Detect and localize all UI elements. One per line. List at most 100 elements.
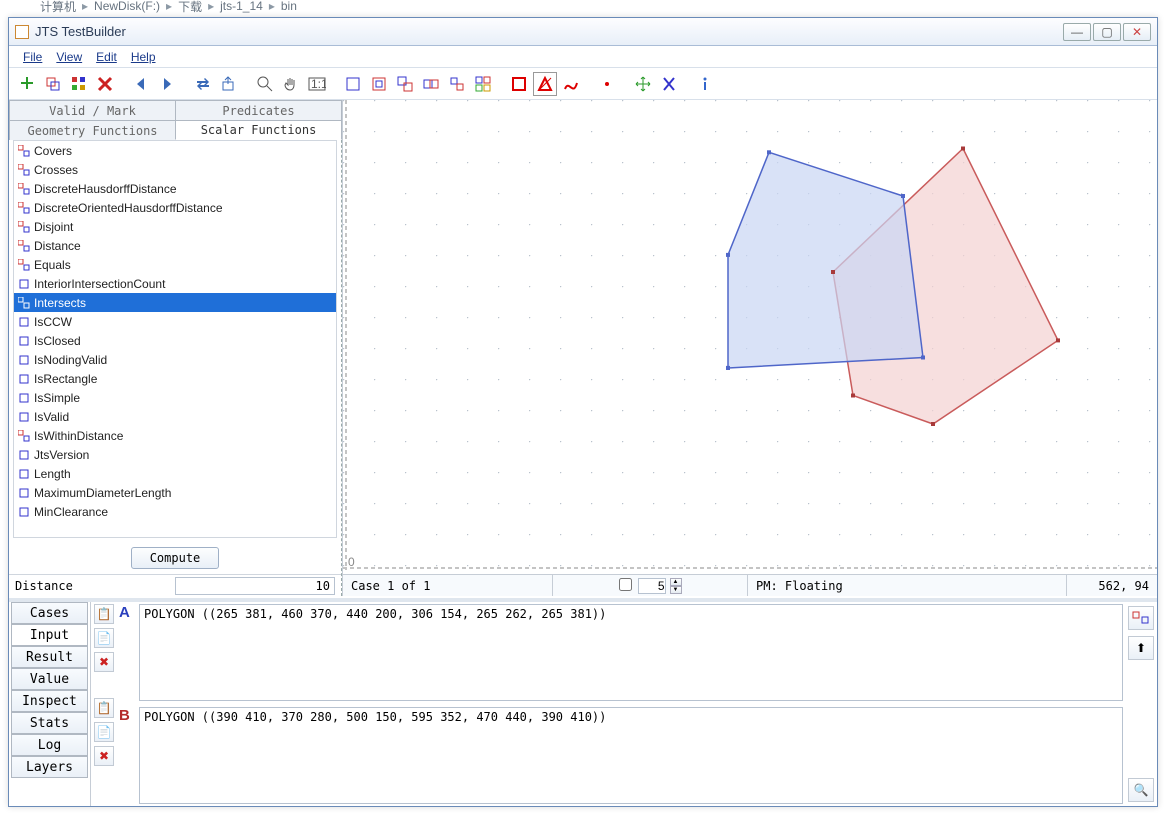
function-item[interactable]: Crosses (14, 160, 336, 179)
paste-b-icon[interactable]: 📋 (94, 698, 114, 718)
copy-icon[interactable] (41, 72, 65, 96)
function-item[interactable]: InteriorIntersectionCount (14, 274, 336, 293)
clear-b-icon[interactable]: ✖ (94, 746, 114, 766)
minimize-button[interactable]: — (1063, 23, 1091, 41)
prev-icon[interactable] (129, 72, 153, 96)
breadcrumb: 计算机▸ NewDisk(F:)▸ 下载▸ jts-1_14▸ bin (40, 0, 297, 17)
draw-poly-icon[interactable] (533, 72, 557, 96)
function-item[interactable]: IsValid (14, 407, 336, 426)
function-item[interactable]: IsNodingValid (14, 350, 336, 369)
next-icon[interactable] (155, 72, 179, 96)
swap-icon[interactable] (191, 72, 215, 96)
move-icon[interactable] (631, 72, 655, 96)
rect-a-icon[interactable] (341, 72, 365, 96)
function-list[interactable]: CoversCrossesDiscreteHausdorffDistanceDi… (13, 140, 337, 538)
tab-predicates[interactable]: Predicates (175, 100, 342, 120)
toolbar: 1:1 (9, 68, 1157, 100)
bottom-tab-log[interactable]: Log (11, 734, 88, 756)
compute-button[interactable]: Compute (131, 547, 220, 569)
maximize-button[interactable]: ▢ (1093, 23, 1121, 41)
geometry-canvas[interactable]: 0 (343, 100, 1157, 596)
status-pm: PM: Floating (748, 575, 1067, 596)
snap-icon[interactable] (657, 72, 681, 96)
function-item[interactable]: Distance (14, 236, 336, 255)
canvas-status-bar: Case 1 of 1 ▲▼ PM: Floating 562, 94 (343, 574, 1157, 596)
status-spinner[interactable]: ▲▼ (638, 578, 682, 594)
window-title: JTS TestBuilder (35, 24, 126, 39)
rect-c-icon[interactable] (393, 72, 417, 96)
function-item[interactable]: IsSimple (14, 388, 336, 407)
function-item[interactable]: MaximumDiameterLength (14, 483, 336, 502)
grid-icon[interactable] (67, 72, 91, 96)
load-geom-icon[interactable] (1128, 606, 1154, 630)
zoom-icon[interactable] (253, 72, 277, 96)
export-icon[interactable] (217, 72, 241, 96)
geom-b-label: B (119, 707, 133, 804)
info-icon[interactable] (693, 72, 717, 96)
function-item[interactable]: JtsVersion (14, 445, 336, 464)
clear-a-icon[interactable]: ✖ (94, 652, 114, 672)
rect-d-icon[interactable] (419, 72, 443, 96)
bottom-tab-value[interactable]: Value (11, 668, 88, 690)
function-item[interactable]: Length (14, 464, 336, 483)
function-item[interactable]: IsClosed (14, 331, 336, 350)
geom-b-input[interactable] (139, 707, 1123, 804)
bottom-tab-stats[interactable]: Stats (11, 712, 88, 734)
status-coords: 562, 94 (1067, 575, 1157, 596)
copy-a-icon[interactable]: 📄 (94, 628, 114, 648)
function-item[interactable]: IsWithinDistance (14, 426, 336, 445)
svg-text:0: 0 (348, 555, 355, 569)
pan-icon[interactable] (279, 72, 303, 96)
bottom-tabs: CasesInputResultValueInspectStatsLogLaye… (9, 602, 91, 806)
rect-f-icon[interactable] (471, 72, 495, 96)
bottom-tab-layers[interactable]: Layers (11, 756, 88, 778)
bottom-panel: CasesInputResultValueInspectStatsLogLaye… (9, 598, 1157, 806)
copy-b-icon[interactable]: 📄 (94, 722, 114, 742)
paste-a-icon[interactable]: 📋 (94, 604, 114, 624)
function-item[interactable]: MinClearance (14, 502, 336, 521)
menubar: File View Edit Help (9, 46, 1157, 68)
result-label: Distance (15, 579, 175, 593)
function-item[interactable]: DiscreteHausdorffDistance (14, 179, 336, 198)
function-item[interactable]: DiscreteOrientedHausdorffDistance (14, 198, 336, 217)
titlebar: JTS TestBuilder — ▢ ✕ (9, 18, 1157, 46)
dot-icon[interactable] (595, 72, 619, 96)
function-item[interactable]: Covers (14, 141, 336, 160)
delete-icon[interactable] (93, 72, 117, 96)
menu-help[interactable]: Help (125, 48, 162, 66)
menu-edit[interactable]: Edit (90, 48, 123, 66)
tab-scalar-functions[interactable]: Scalar Functions (175, 120, 342, 140)
result-field[interactable] (175, 577, 335, 595)
geom-a-input[interactable] (139, 604, 1123, 701)
tab-valid-mark[interactable]: Valid / Mark (9, 100, 176, 120)
function-item[interactable]: Disjoint (14, 217, 336, 236)
canvas-area[interactable]: 0 Case 1 of 1 ▲▼ PM: Floating 562, 94 (342, 100, 1157, 596)
function-item[interactable]: Intersects (14, 293, 336, 312)
bottom-tab-inspect[interactable]: Inspect (11, 690, 88, 712)
menu-file[interactable]: File (17, 48, 48, 66)
app-window: JTS TestBuilder — ▢ ✕ File View Edit Hel… (8, 17, 1158, 807)
geom-a-label: A (119, 604, 133, 701)
up-arrow-icon[interactable]: ⬆ (1128, 636, 1154, 660)
one-to-one-icon[interactable]: 1:1 (305, 72, 329, 96)
svg-text:1:1: 1:1 (311, 77, 326, 91)
tab-geometry-functions[interactable]: Geometry Functions (9, 120, 176, 140)
menu-view[interactable]: View (50, 48, 88, 66)
close-button[interactable]: ✕ (1123, 23, 1151, 41)
draw-rect-icon[interactable] (507, 72, 531, 96)
function-item[interactable]: IsRectangle (14, 369, 336, 388)
draw-line-icon[interactable] (559, 72, 583, 96)
inspect-icon[interactable]: 🔍 (1128, 778, 1154, 802)
rect-b-icon[interactable] (367, 72, 391, 96)
function-item[interactable]: IsCCW (14, 312, 336, 331)
status-case: Case 1 of 1 (343, 575, 553, 596)
add-icon[interactable] (15, 72, 39, 96)
bottom-tab-input[interactable]: Input (11, 624, 88, 646)
app-icon (15, 25, 29, 39)
rect-e-icon[interactable] (445, 72, 469, 96)
bottom-tab-result[interactable]: Result (11, 646, 88, 668)
left-panel: Valid / Mark Predicates Geometry Functio… (9, 100, 342, 596)
bottom-tab-cases[interactable]: Cases (11, 602, 88, 624)
function-item[interactable]: Equals (14, 255, 336, 274)
status-checkbox[interactable] (619, 578, 632, 591)
